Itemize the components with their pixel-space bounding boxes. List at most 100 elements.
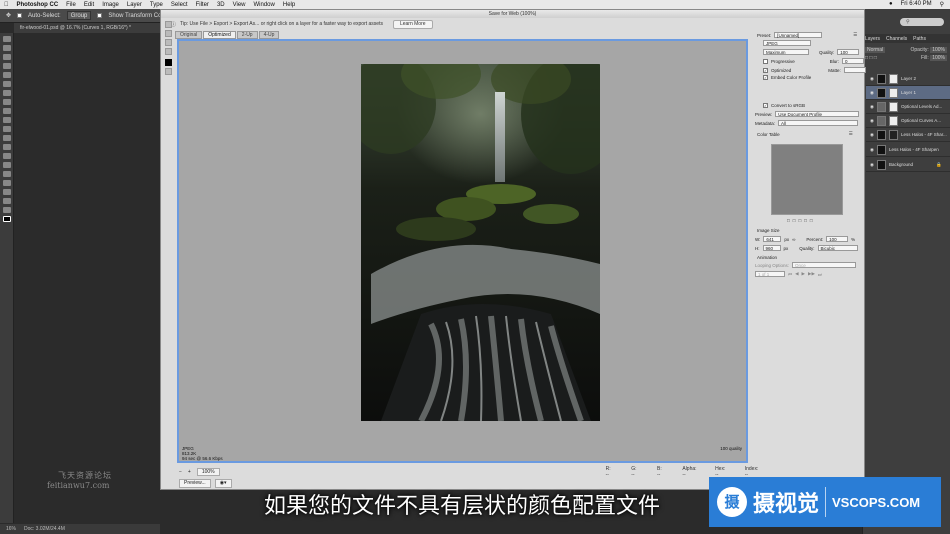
metadata-dropdown[interactable]: All [778,120,859,126]
opacity-field[interactable]: 100% [930,47,947,53]
gradient-tool-icon[interactable] [2,135,11,141]
blur-tool-icon[interactable] [2,144,11,150]
status-zoom[interactable]: 16% [6,524,16,534]
menu-filter[interactable]: Filter [196,2,209,8]
search-field[interactable]: ⚲ [900,18,944,26]
play-icon[interactable]: ▶ [802,271,805,277]
last-frame-icon[interactable]: ⏭ [818,272,822,277]
color-table-menu-icon[interactable]: ☰ [849,131,853,137]
pen-tool-icon[interactable] [2,162,11,168]
tab-paths[interactable]: Paths [913,36,926,42]
blend-mode-dropdown[interactable]: Normal [865,47,886,53]
color-table[interactable] [771,144,843,215]
eye-icon[interactable]: ◉ [870,104,874,110]
menu-type[interactable]: Type [150,2,163,8]
compression-dropdown[interactable]: Maximum [763,49,809,55]
optimized-checkbox[interactable]: ✓ [763,67,768,73]
zoom-tool-icon[interactable] [164,39,172,46]
layer-row[interactable]: ◉ Less Halos - 4F Sharpen [866,143,950,157]
tab-channels[interactable]: Channels [886,36,907,42]
auto-select-checkbox[interactable] [17,13,23,18]
tab-2-up[interactable]: 2-Up [236,31,258,39]
color-swatch-icon[interactable] [2,216,11,222]
layer-row[interactable]: ◉ Layer 1 [866,86,950,100]
web-shift-icon[interactable]: □ [798,218,801,223]
learn-more-button[interactable]: Learn More [392,19,433,29]
tab-layers[interactable]: Layers [865,36,880,42]
toggle-slices-icon[interactable] [164,68,172,75]
preset-dropdown[interactable]: [Unnamed] [774,32,823,38]
first-frame-icon[interactable]: ⏮ [788,272,792,277]
path-select-tool-icon[interactable] [2,180,11,186]
link-icon[interactable]: ∞ [792,237,795,242]
format-dropdown[interactable]: JPEG [763,40,811,46]
preview-dropdown[interactable]: Use Document Profile [775,111,860,117]
height-field[interactable]: 960 [762,245,781,251]
tab-4-up[interactable]: 4-Up [258,31,280,39]
dodge-tool-icon[interactable] [2,153,11,159]
eye-icon[interactable]: ◉ [870,76,874,82]
blur-field[interactable]: 0 [842,58,865,64]
menu-app-name[interactable]: Photoshop CC [17,2,59,8]
lock-color-icon[interactable]: □ [793,218,796,223]
menu-image[interactable]: Image [102,2,119,8]
layer-row[interactable]: ◉ Background 🔒 [866,158,950,172]
quality-field[interactable]: 100 [837,49,860,55]
layer-row[interactable]: ◉ Optional Curves A... [866,114,950,128]
looping-dropdown[interactable]: Once [792,262,857,268]
menu-3d[interactable]: 3D [217,2,225,8]
lock-icons[interactable]: □ □ □ [865,55,877,61]
menu-window[interactable]: Window [254,2,275,8]
eyedropper-color-swatch[interactable] [164,59,172,66]
menu-edit[interactable]: Edit [84,2,94,8]
embed-profile-checkbox[interactable]: ✓ [763,75,768,80]
eye-icon[interactable]: ◉ [870,118,874,124]
menu-help[interactable]: Help [283,2,295,8]
tab-original[interactable]: Original [175,31,203,39]
percent-field[interactable]: 100 [826,236,849,242]
preview-canvas[interactable] [177,39,748,463]
hand-tool-icon[interactable] [2,198,11,204]
tab-optimized[interactable]: Optimized [203,31,236,39]
eyedropper-tool-icon[interactable] [164,48,172,55]
layer-row[interactable]: ◉ Less Halos - 4F Shar... [866,128,950,142]
hand-tool-icon[interactable] [164,21,172,28]
menu-file[interactable]: File [66,2,76,8]
menu-icon[interactable]: ☰ [853,32,857,38]
crop-tool-icon[interactable] [2,72,11,78]
zoom-out-button[interactable]: − [179,469,182,475]
show-transform-checkbox[interactable] [97,13,103,18]
zoom-tool-icon[interactable] [2,207,11,213]
eye-icon[interactable]: ◉ [870,90,874,96]
map-color-icon[interactable]: □ [787,218,790,223]
history-brush-tool-icon[interactable] [2,117,11,123]
stamp-tool-icon[interactable] [2,108,11,114]
resample-dropdown[interactable]: Bicubic [817,245,858,251]
zoom-in-button[interactable]: + [188,469,191,475]
move-tool-icon[interactable]: ✥ [6,12,11,19]
brush-tool-icon[interactable] [2,99,11,105]
apple-icon[interactable]:  [4,2,9,8]
zoom-dropdown[interactable]: 100% [196,468,220,476]
convert-srgb-checkbox[interactable]: ✓ [763,103,768,108]
lasso-tool-icon[interactable] [2,54,11,60]
progressive-checkbox[interactable] [763,58,768,64]
menu-layer[interactable]: Layer [127,2,142,8]
move-tool-icon[interactable] [2,36,11,42]
type-tool-icon[interactable] [2,171,11,177]
shape-tool-icon[interactable] [2,189,11,195]
fill-field[interactable]: 100% [930,55,947,61]
add-color-icon[interactable]: □ [804,218,807,223]
wifi-icon[interactable]: ● [889,1,893,8]
preview-button[interactable]: Preview... [179,479,211,488]
spotlight-icon[interactable]: ⚲ [940,1,944,8]
auto-select-dropdown[interactable]: Group [66,11,92,20]
eye-icon[interactable]: ◉ [870,147,874,153]
eye-icon[interactable]: ◉ [870,162,874,168]
eraser-tool-icon[interactable] [2,126,11,132]
delete-color-icon[interactable]: □ [810,218,813,223]
layer-row[interactable]: ◉ Optional Levels Ad... [866,100,950,114]
marquee-tool-icon[interactable] [2,45,11,51]
browser-select-icon[interactable]: ◉▾ [214,479,232,488]
quick-select-tool-icon[interactable] [2,63,11,69]
